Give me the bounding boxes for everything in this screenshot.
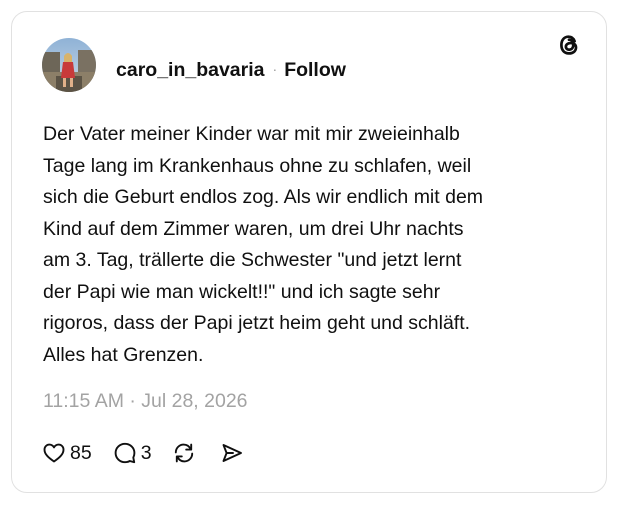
post-body-line: am 3. Tag, trällerte die Schwester "und …	[43, 249, 462, 271]
repost-button[interactable]	[171, 440, 197, 466]
post-body-line: sich die Geburt endlos zog. Als wir endl…	[43, 186, 484, 208]
post-header: caro_in_bavaria · Follow	[116, 56, 346, 84]
header-separator: ·	[272, 61, 278, 77]
post-body-line: Kind auf dem Zimmer waren, um drei Uhr n…	[43, 217, 464, 240]
share-button[interactable]	[220, 441, 244, 465]
reply-button[interactable]: 3	[113, 441, 152, 465]
reply-count: 3	[140, 441, 152, 464]
threads-logo-icon[interactable]	[556, 32, 582, 58]
post-body-line: der Papi wie man wickelt!!" und ich sagt…	[43, 280, 441, 303]
post-body: Der Vater meiner Kinder war mit mir zwei…	[43, 119, 583, 371]
follow-button[interactable]: Follow	[284, 59, 346, 82]
username-link[interactable]: caro_in_bavaria	[116, 59, 265, 82]
avatar-photo	[42, 38, 96, 92]
like-button[interactable]: 85	[42, 441, 92, 465]
repost-icon	[174, 443, 193, 463]
like-count: 85	[70, 441, 92, 464]
post-body-line: rigoros, dass der Papi jetzt heim geht u…	[43, 312, 471, 334]
action-bar: 85 3	[42, 438, 244, 468]
heart-icon	[43, 443, 65, 463]
avatar[interactable]	[42, 38, 96, 92]
post-timestamp[interactable]: 11:15 AM · Jul 28, 2026	[43, 390, 248, 413]
post-body-line: Tage lang im Krankenhaus ohne zu schlafe…	[43, 154, 472, 177]
post-body-line: Alles hat Grenzen.	[43, 343, 204, 366]
comment-icon	[114, 442, 136, 464]
post-card: caro_in_bavaria · Follow Der Vater meine…	[11, 11, 607, 493]
post-body-line: Der Vater meiner Kinder war mit mir zwei…	[43, 123, 460, 145]
send-icon	[222, 444, 242, 462]
